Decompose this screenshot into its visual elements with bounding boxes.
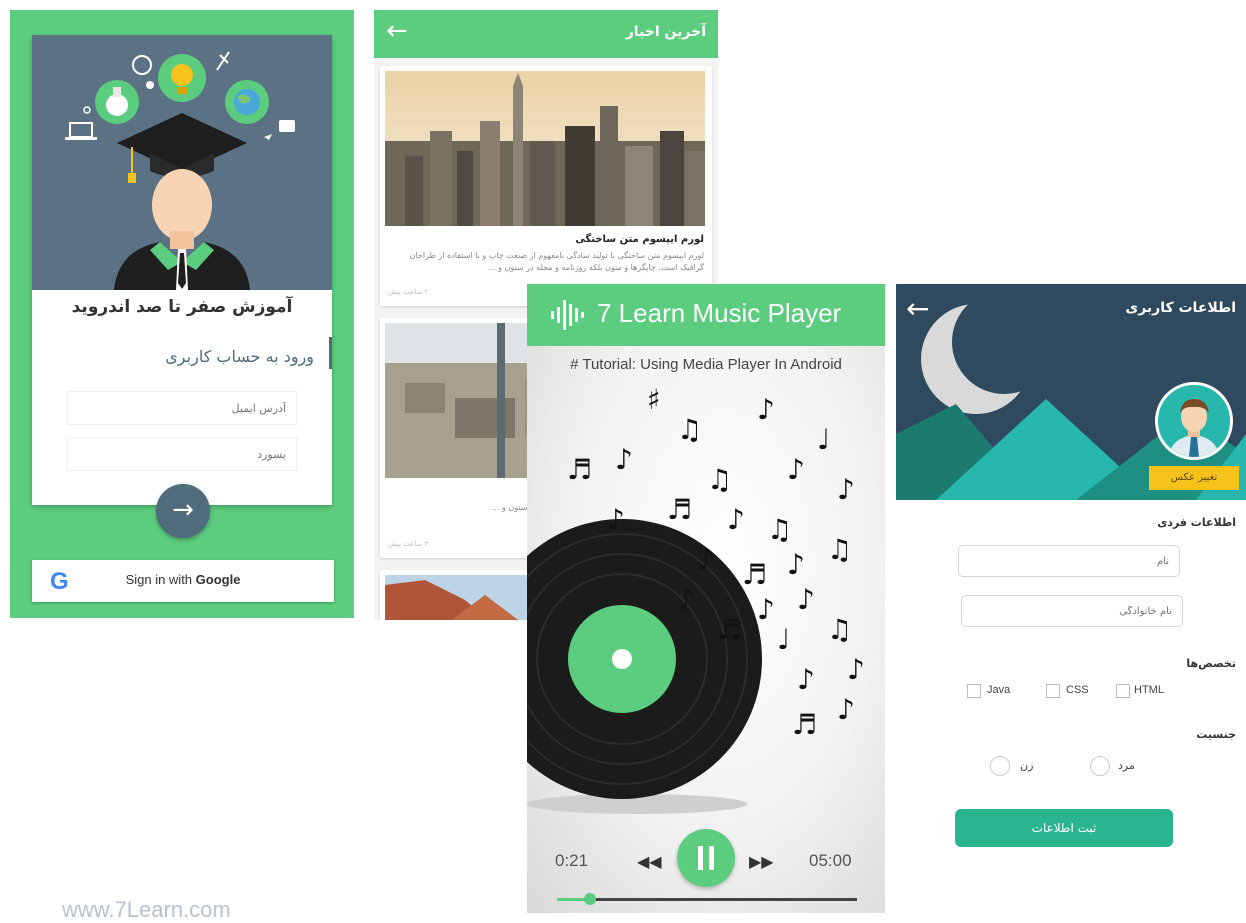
- svg-text:♬: ♬: [567, 453, 592, 486]
- svg-text:♫: ♫: [827, 533, 852, 566]
- profile-header: ← اطلاعات کاربری تغییر عکس: [896, 284, 1246, 500]
- rewind-icon[interactable]: ◀◀: [637, 852, 662, 871]
- skills-heading: تخصص‌ها: [1186, 657, 1236, 670]
- login-title: ورود به حساب کاربری: [165, 347, 314, 366]
- active-tab-marker: [329, 337, 332, 369]
- svg-text:♪: ♪: [697, 543, 715, 576]
- music-app-title: 7 Learn Music Player: [597, 298, 842, 328]
- svg-text:♪: ♪: [787, 548, 805, 581]
- checkbox-label: CSS: [1066, 684, 1089, 696]
- svg-text:♪: ♪: [837, 473, 855, 506]
- google-signin-label: Sign in with Google: [125, 572, 241, 587]
- svg-text:♪: ♪: [727, 503, 745, 536]
- hero-illustration: [32, 35, 332, 290]
- svg-text:♫: ♫: [767, 513, 792, 546]
- svg-text:♪: ♪: [847, 653, 865, 686]
- checkbox-label: Java: [987, 684, 1011, 696]
- email-input[interactable]: [67, 391, 297, 425]
- vinyl-record-artwork: ♪♫♪ ♩♯♬ ♫ ♪♪ ♬ ♪ ♫ ♪ ♬ ♪ ♫♪♬ ♪ ♪♫ ♪♩♪ ♪♬♪: [527, 383, 865, 814]
- news-item-time: ۳ ساعت پیش: [388, 540, 429, 548]
- checkbox-box[interactable]: [1046, 684, 1060, 698]
- personal-info-heading: اطلاعات فردی: [1157, 516, 1236, 529]
- svg-text:♪: ♪: [677, 583, 695, 616]
- login-card: آموزش صفر تا صد اندروید ورود به حساب کار…: [32, 35, 332, 505]
- profile-screen: ← اطلاعات کاربری تغییر عکس اطلاعات فردی …: [896, 284, 1246, 913]
- svg-text:♪: ♪: [797, 583, 815, 616]
- graduate-illustration: [65, 51, 295, 290]
- svg-text:♪: ♪: [797, 663, 815, 696]
- svg-text:♬: ♬: [742, 558, 767, 591]
- news-card[interactable]: لورم ایپسوم متن ساختگی لورم ایپسوم متن س…: [380, 66, 712, 306]
- progress-thumb[interactable]: [584, 893, 596, 905]
- news-title: آخرین اخبار: [625, 24, 706, 40]
- svg-text:♬: ♬: [717, 613, 742, 646]
- svg-text:♩: ♩: [777, 623, 790, 656]
- svg-text:♫: ♫: [827, 613, 852, 646]
- back-arrow-icon[interactable]: ←: [386, 16, 408, 46]
- user-avatar-icon: [1168, 399, 1220, 457]
- progress-track[interactable]: [557, 898, 857, 901]
- login-screen: آموزش صفر تا صد اندروید ورود به حساب کار…: [10, 10, 354, 618]
- gender-radio-female[interactable]: [990, 756, 1010, 776]
- news-item-title: لورم ایپسوم متن ساختگی: [575, 234, 704, 245]
- profile-title: اطلاعات کاربری: [1125, 300, 1236, 316]
- gender-label-female: زن: [1020, 759, 1034, 772]
- checkbox-box[interactable]: [1116, 684, 1130, 698]
- checkbox-box[interactable]: [967, 684, 981, 698]
- last-name-input[interactable]: [961, 595, 1183, 627]
- first-name-input[interactable]: [958, 545, 1180, 577]
- svg-text:♪: ♪: [757, 593, 775, 626]
- svg-text:♬: ♬: [792, 708, 817, 741]
- svg-text:♯: ♯: [647, 383, 661, 416]
- avatar[interactable]: [1155, 382, 1233, 460]
- svg-text:♪: ♪: [607, 503, 625, 536]
- current-time: 0:21: [555, 851, 589, 870]
- svg-text:♪: ♪: [615, 443, 633, 476]
- news-image-city: [385, 71, 705, 226]
- login-submit-button[interactable]: →: [156, 484, 210, 538]
- fast-forward-icon[interactable]: ▶▶: [749, 852, 774, 871]
- svg-text:♪: ♪: [757, 393, 775, 426]
- svg-text:♫: ♫: [707, 463, 732, 496]
- back-arrow-icon[interactable]: ←: [906, 292, 929, 325]
- change-photo-button[interactable]: تغییر عکس: [1149, 466, 1239, 490]
- gender-heading: جنسیت: [1196, 728, 1236, 741]
- news-app-bar: ← آخرین اخبار: [374, 10, 718, 58]
- arrow-right-icon: →: [172, 495, 194, 525]
- footer-website-url: www.7Learn.com: [62, 897, 231, 922]
- news-item-time: ۲ ساعت پیش: [388, 288, 429, 296]
- pause-button[interactable]: [677, 829, 735, 887]
- submit-button[interactable]: ثبت اطلاعات: [955, 809, 1173, 847]
- google-signin-button[interactable]: G Sign in with Google: [32, 560, 334, 602]
- pause-icon: [698, 846, 714, 870]
- news-item-body: لورم ایپسوم متن ساختگی با تولید سادگی نا…: [409, 251, 704, 272]
- checkbox-label: HTML: [1134, 684, 1164, 696]
- total-time: 05:00: [809, 851, 852, 870]
- svg-text:♬: ♬: [667, 493, 692, 526]
- svg-text:♪: ♪: [837, 693, 855, 726]
- svg-text:♪: ♪: [787, 453, 805, 486]
- svg-text:♫: ♫: [677, 413, 702, 446]
- track-subtitle: # Tutorial: Using Media Player In Androi…: [570, 356, 842, 373]
- music-player-screen: 7 Learn Music Player # Tutorial: Using M…: [527, 284, 885, 913]
- gender-radio-male[interactable]: [1090, 756, 1110, 776]
- password-input[interactable]: [67, 437, 297, 471]
- music-app-bar: 7 Learn Music Player: [527, 284, 885, 346]
- equalizer-icon: [551, 300, 584, 330]
- app-title: آموزش صفر تا صد اندروید: [71, 297, 293, 317]
- svg-text:♩: ♩: [817, 423, 830, 456]
- gender-label-male: مرد: [1118, 759, 1135, 772]
